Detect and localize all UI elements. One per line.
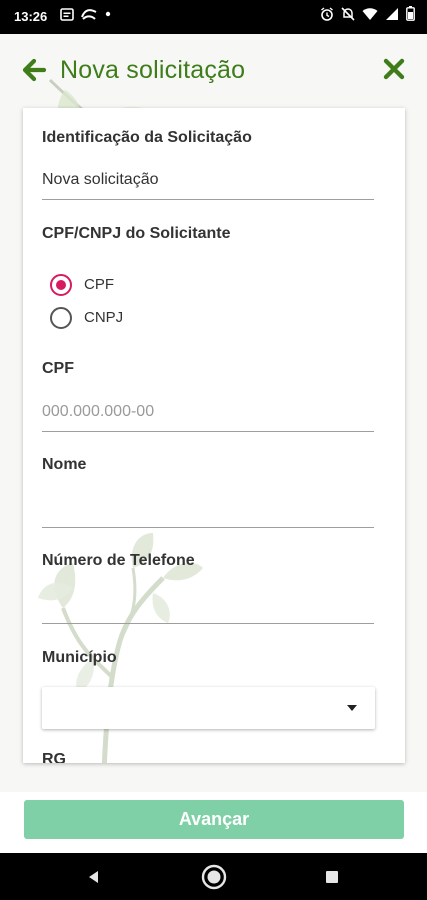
identificacao-label: Identificação da Solicitação bbox=[42, 129, 252, 146]
nav-home-button[interactable] bbox=[184, 853, 244, 900]
recents-square-icon bbox=[326, 870, 338, 883]
cpf-label: CPF bbox=[42, 360, 74, 377]
nav-back-button[interactable] bbox=[64, 853, 124, 900]
radio-cnpj[interactable] bbox=[50, 307, 72, 329]
municipio-select[interactable] bbox=[42, 687, 375, 729]
identificacao-input[interactable] bbox=[42, 160, 374, 200]
advance-button[interactable]: Avançar bbox=[24, 800, 404, 839]
back-button[interactable] bbox=[20, 56, 48, 84]
wifi-icon bbox=[362, 7, 378, 20]
dropdown-caret-icon bbox=[347, 705, 357, 711]
cpf-cnpj-label: CPF/CNPJ do Solicitante bbox=[42, 225, 231, 242]
radio-cnpj-label[interactable]: CNPJ bbox=[84, 309, 123, 326]
close-x-icon bbox=[383, 58, 405, 80]
signal-icon bbox=[386, 7, 398, 20]
radio-cpf[interactable] bbox=[50, 274, 72, 296]
arrow-left-icon bbox=[22, 58, 47, 82]
close-button[interactable] bbox=[383, 58, 405, 80]
cpf-input[interactable] bbox=[42, 392, 374, 432]
calendar-icon bbox=[60, 8, 74, 21]
telefone-input[interactable] bbox=[42, 584, 374, 624]
municipio-label: Município bbox=[42, 649, 117, 666]
telefone-label: Número de Telefone bbox=[42, 552, 195, 569]
home-circle-icon bbox=[201, 864, 227, 889]
status-right-icons bbox=[320, 6, 415, 21]
alarm-icon bbox=[321, 6, 333, 21]
nome-label: Nome bbox=[42, 456, 87, 473]
swirl-icon bbox=[81, 9, 97, 20]
battery-icon bbox=[406, 6, 415, 21]
radio-cpf-label[interactable]: CPF bbox=[84, 276, 114, 293]
cpf-underline bbox=[42, 431, 374, 432]
page-title: Nova solicitação bbox=[60, 56, 246, 84]
identificacao-underline bbox=[42, 199, 374, 200]
status-bar: 13:26 bbox=[0, 0, 427, 34]
system-nav-bar bbox=[0, 853, 427, 900]
status-time: 13:26 bbox=[14, 9, 48, 24]
mute-icon bbox=[341, 6, 355, 21]
nome-underline bbox=[42, 527, 374, 528]
telefone-underline bbox=[42, 623, 374, 624]
form-card: Identificação da Solicitação Nova solici… bbox=[23, 108, 405, 763]
nav-recents-button[interactable] bbox=[302, 853, 362, 900]
back-triangle-icon bbox=[89, 870, 98, 883]
nome-input[interactable] bbox=[42, 488, 374, 528]
rg-label: RG bbox=[42, 751, 66, 763]
status-left-icons bbox=[60, 7, 112, 21]
dot-icon bbox=[105, 11, 111, 17]
